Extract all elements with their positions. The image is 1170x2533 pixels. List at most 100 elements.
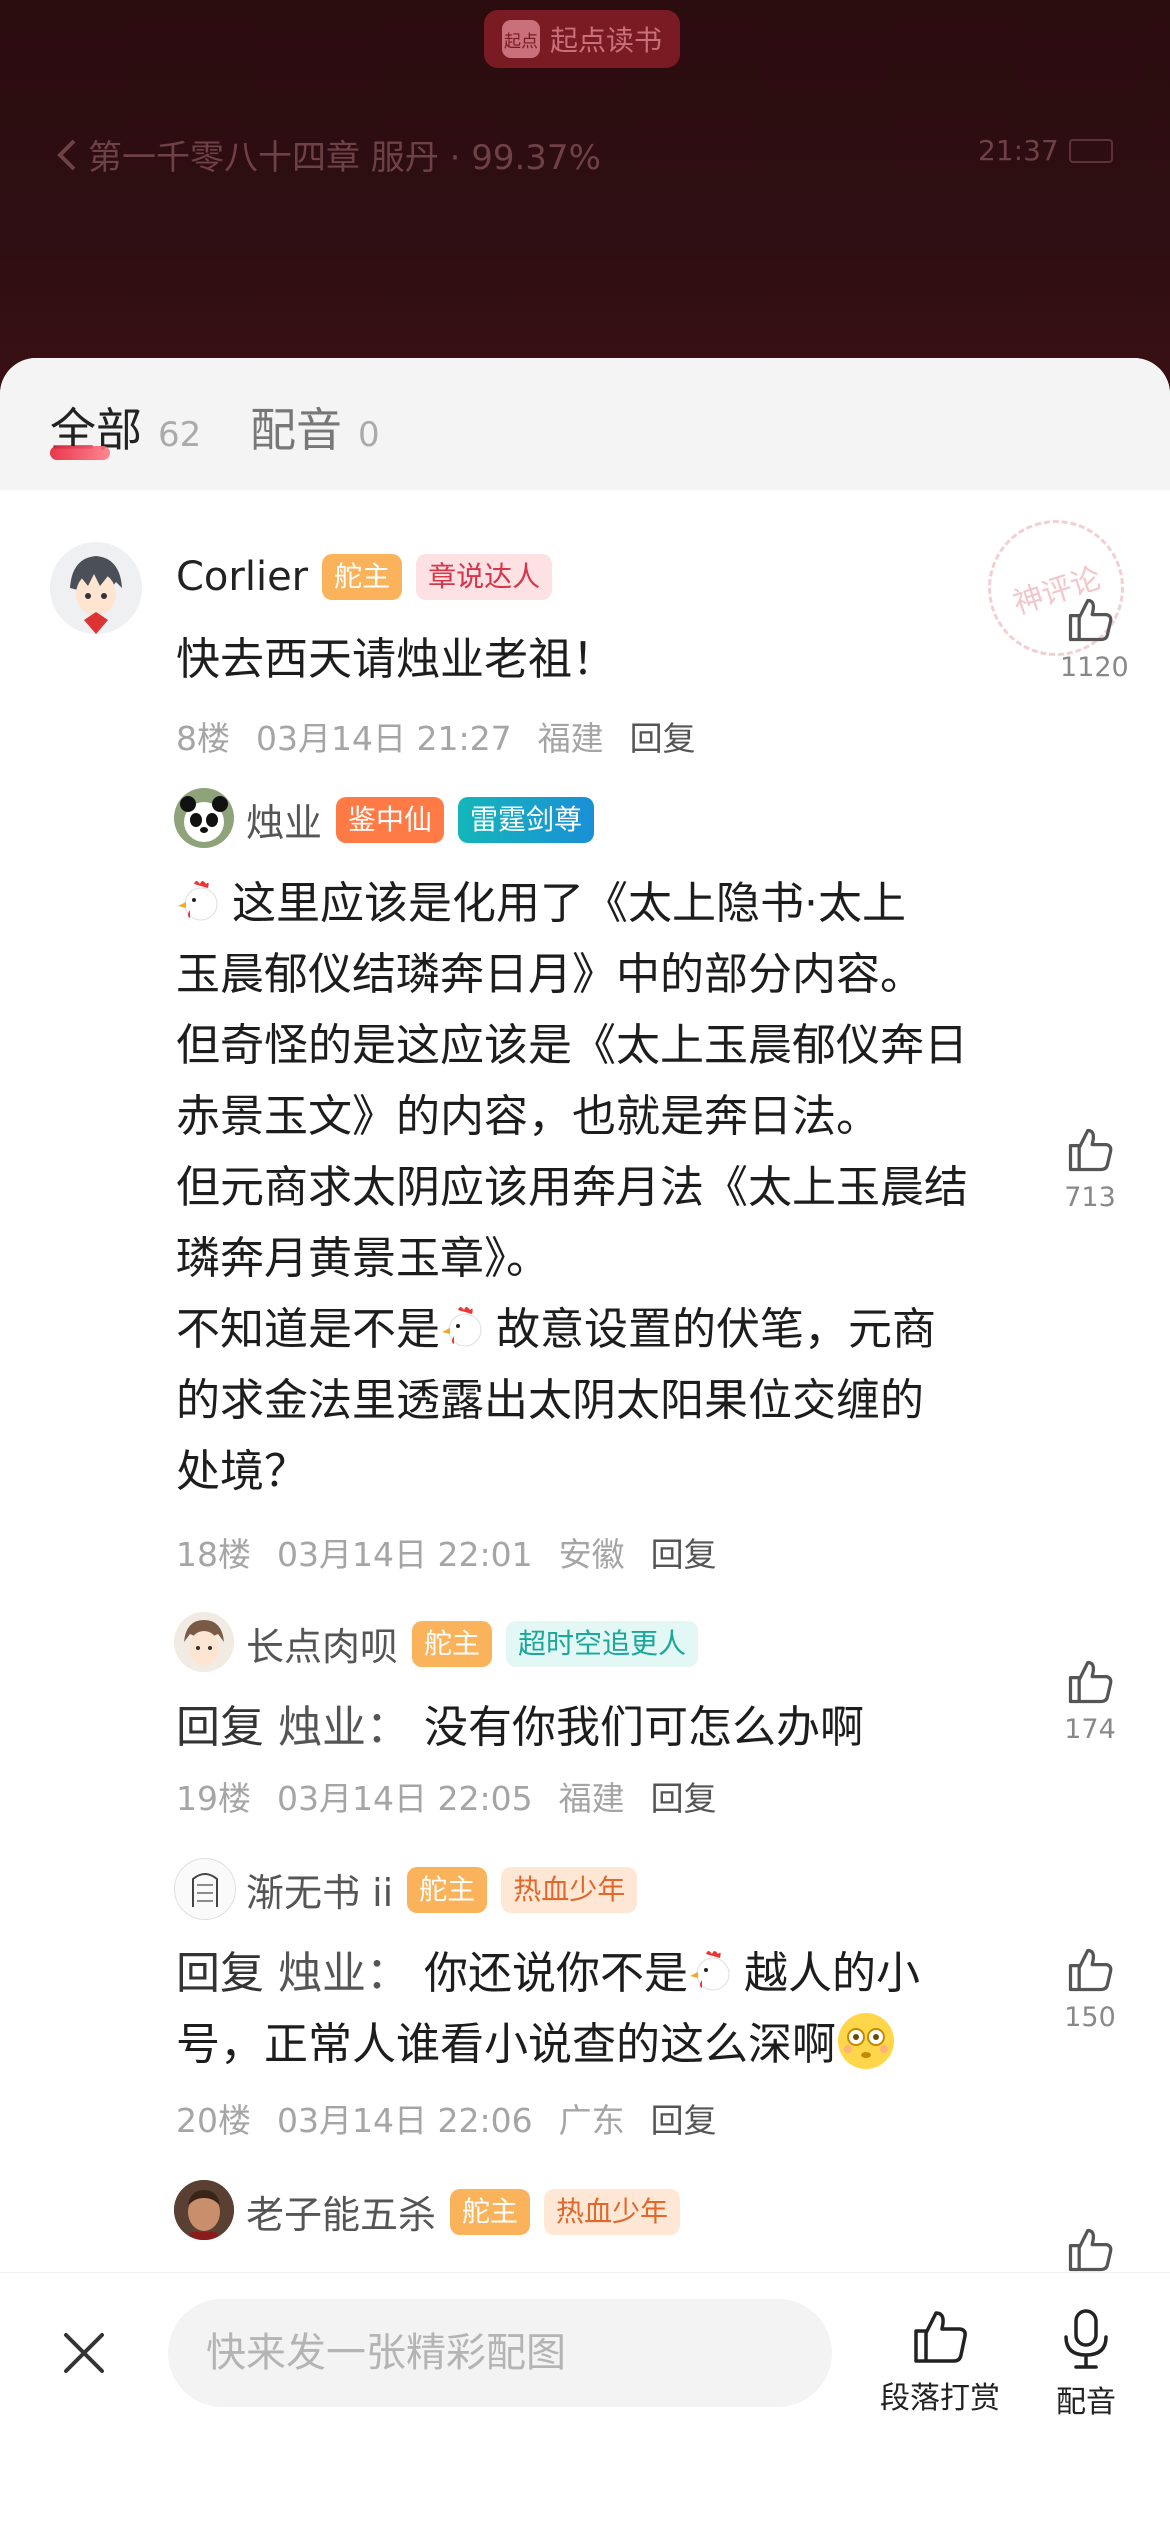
reply-target[interactable]: 烛业： [278,1702,410,1753]
panda-avatar-icon [174,788,234,848]
comment-line: 但奇怪的是这应该是《太上玉晨郁仪奔日 [176,1020,968,1071]
location-label: 福建 [558,1779,625,1818]
comment-line: 号，正常人谁看小说查的这么深啊 [176,2009,1036,2080]
floor-label: 20楼 [176,2101,251,2140]
badge-time-traveler: 超时空追更人 [506,1620,699,1667]
date-label: 03月14日 21:27 [256,719,512,758]
tab-bar: 全部 62 配音 0 [0,358,1170,490]
reply-button[interactable]: 回复 [651,1528,717,1576]
like-button[interactable]: 174 [1060,1656,1120,1745]
time-label: 21:37 [978,134,1059,167]
reply-button[interactable]: 回复 [651,2094,717,2142]
cartoon-avatar-icon [174,1612,234,1672]
avatar[interactable] [50,542,142,634]
badge-helmsman: 舵主 [407,1866,488,1913]
avatar[interactable] [174,2180,234,2240]
brand-logo-icon: 起点 [501,20,540,58]
dubbing-button[interactable]: 配音 [1056,2307,1116,2421]
user-row: Corlier 舵主 章说达人 [176,554,553,600]
dubbing-label: 配音 [1056,2385,1116,2420]
date-label: 03月14日 22:05 [277,1779,533,1818]
like-button[interactable]: 713 [1060,1124,1120,1213]
comment-line: 璘奔月黄景玉章》。 [176,1233,550,1284]
comment-line: 赤景玉文》的内容，也就是奔日法。 [176,1091,880,1142]
username[interactable]: 老子能五杀 [246,2184,436,2239]
tab-dubbing[interactable]: 配音 0 [250,394,380,460]
comment-sheet: 全部 62 配音 0 神评论 Corlier 舵主 章说达人 快去西天请烛业老祖… [0,358,1170,2532]
thumbs-up-icon [1068,1948,1113,1992]
user-row: 长点肉呗 舵主 超时空追更人 [246,1616,699,1671]
comment-text: 快去西天请烛业老祖！ [176,634,616,685]
microphone-icon [1064,2309,1108,2369]
paragraph-tip-button[interactable]: 段落打赏 [880,2307,1000,2417]
comment-line: 的求金法里透露出太阴太阳果位交缠的 [176,1375,924,1426]
sketch-avatar-icon [175,1859,235,1919]
dizzy-face-emoji-icon [838,2013,894,2069]
avatar[interactable] [174,1858,236,1920]
thumbs-up-icon [1068,598,1113,642]
comment-meta: 19楼 03月14日 22:05 福建 回复 [176,1772,717,1820]
rooster-emoji-icon [178,881,218,921]
location-label: 广东 [558,2101,625,2140]
rooster-emoji-icon [442,1307,482,1347]
chapter-title: 第一千零八十四章 服丹 · 99.37% [88,138,601,178]
like-count: 150 [1064,2002,1116,2033]
comment-input-wrapper[interactable] [168,2299,832,2407]
reply-prefix: 回复 [176,1702,264,1753]
tab-active-indicator [50,446,110,460]
like-count: 713 [1064,1182,1116,1213]
chapter-info[interactable]: 第一千零八十四章 服丹 · 99.37% [56,130,601,179]
comment-line: 处境？ [176,1446,308,1497]
comment-line: 回复 烛业： 你还说你不是 越人的小 [176,1948,920,1999]
badge-helmsman: 舵主 [412,1620,493,1667]
brand-name: 起点读书 [549,24,662,57]
user-row: 老子能五杀 舵主 热血少年 [246,2184,681,2239]
badge-chapter-expert: 章说达人 [416,554,553,600]
thumbs-up-icon [1068,2228,1113,2272]
user-row: 烛业 鉴中仙 雷霆剑尊 [246,792,595,847]
like-button[interactable]: 150 [1060,1944,1120,2033]
back-chevron-icon [57,139,76,170]
comment-line: 这里应该是化用了《太上隐书·太上 [176,868,1036,939]
close-icon [64,2333,104,2373]
comment-text: 回复 烛业： 你还说你不是 越人的小 号，正常人谁看小说查的这么深啊 [176,1938,1036,2080]
username[interactable]: Corlier [176,554,308,600]
comment-meta: 18楼 03月14日 22:01 安徽 回复 [176,1528,717,1576]
tab-dubbing-count: 0 [358,415,380,455]
badge-hot-blooded-youth: 热血少年 [544,2188,681,2235]
badge-thunder-sword: 雷霆剑尊 [458,796,595,843]
paragraph-tip-label: 段落打赏 [880,2381,1000,2416]
username[interactable]: 烛业 [246,792,322,847]
avatar[interactable] [174,1612,234,1672]
badge-hot-blooded-youth: 热血少年 [501,1866,638,1913]
location-label: 福建 [537,719,604,758]
badge-mirror-immortal: 鉴中仙 [336,796,445,843]
location-label: 安徽 [558,1535,625,1574]
comment-text: 回复 烛业： 没有你我们可怎么办啊 [176,1692,1036,1763]
comment-input[interactable] [204,2329,788,2377]
tab-dubbing-label: 配音 [250,403,342,457]
username[interactable]: 渐无书 ii [246,1862,393,1917]
battery-icon [1068,138,1113,163]
comment-body: 没有你我们可怎么办啊 [424,1702,864,1753]
close-button[interactable] [56,2325,112,2381]
comment-line: 玉晨郁仪结璘奔日月》中的部分内容。 [176,949,924,1000]
reply-button[interactable]: 回复 [630,712,696,760]
like-count: 174 [1064,1714,1116,1745]
reply-button[interactable]: 回复 [651,1772,717,1820]
badge-helmsman: 舵主 [450,2188,531,2235]
floor-label: 18楼 [176,1535,251,1574]
thumbs-up-reward-icon [914,2311,967,2363]
like-count: 1120 [1060,652,1129,683]
reply-target[interactable]: 烛业： [278,1948,410,1999]
avatar[interactable] [174,788,234,848]
photo-avatar-icon [174,2180,234,2240]
date-label: 03月14日 22:06 [277,2101,533,2140]
reader-background: 起点 起点读书 第一千零八十四章 服丹 · 99.37% 21:37 [0,0,1170,400]
reply-prefix: 回复 [176,1948,264,1999]
like-button[interactable]: 1120 [1060,594,1129,683]
username[interactable]: 长点肉呗 [246,1616,398,1671]
tab-all-count: 62 [158,415,202,455]
brand-badge: 起点 起点读书 [484,10,680,68]
comment-line: 但元商求太阴应该用奔月法《太上玉晨结 [176,1162,968,1213]
